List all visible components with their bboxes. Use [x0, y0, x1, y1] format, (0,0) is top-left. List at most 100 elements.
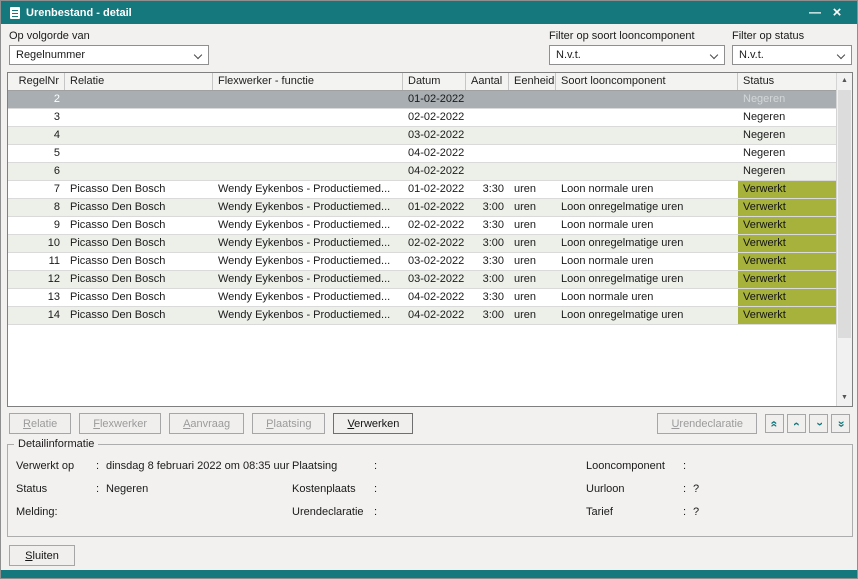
detail-value: Negeren [106, 483, 148, 497]
cell-aantal: 3:00 [466, 235, 509, 252]
cell-datum: 04-02-2022 [403, 289, 466, 306]
cell-datum: 04-02-2022 [403, 163, 466, 180]
cell-regelnr: 3 [8, 109, 65, 126]
scroll-first-button[interactable]: « [765, 414, 784, 433]
table-row[interactable]: 504-02-2022Negeren [8, 145, 838, 163]
plaatsing-button[interactable]: Plaatsing [252, 413, 325, 434]
detail-separator: : [374, 506, 384, 520]
cell-looncomponent [556, 163, 738, 180]
cell-looncomponent: Loon onregelmatige uren [556, 307, 738, 324]
cell-regelnr: 2 [8, 91, 65, 108]
verwerken-button[interactable]: Verwerken [333, 413, 413, 434]
column-header-flexwerker[interactable]: Flexwerker - functie [213, 73, 403, 90]
table-row[interactable]: 14Picasso Den BoschWendy Eykenbos - Prod… [8, 307, 838, 325]
table-row[interactable]: 302-02-2022Negeren [8, 109, 838, 127]
cell-datum: 03-02-2022 [403, 253, 466, 270]
detail-label: Kostenplaats [292, 483, 374, 497]
detail-separator: : [374, 460, 384, 474]
detail-label: Looncomponent [586, 460, 683, 474]
close-button[interactable]: × [826, 1, 848, 24]
detail-separator: : [374, 483, 384, 497]
cell-status: Negeren [738, 127, 838, 144]
scroll-prev-button[interactable]: ‹ [787, 414, 806, 433]
cell-flexwerker: Wendy Eykenbos - Productiemed... [213, 307, 403, 324]
urendeclaratie-button[interactable]: Urendeclaratie [657, 413, 757, 434]
table-row[interactable]: 12Picasso Den BoschWendy Eykenbos - Prod… [8, 271, 838, 289]
cell-datum: 02-02-2022 [403, 109, 466, 126]
cell-looncomponent: Loon normale uren [556, 181, 738, 198]
cell-aantal: 3:00 [466, 199, 509, 216]
cell-aantal: 3:30 [466, 289, 509, 306]
table-header: RegelNr Relatie Flexwerker - functie Dat… [8, 73, 838, 91]
aanvraag-button[interactable]: Aanvraag [169, 413, 244, 434]
double-chevron-up-icon: « [769, 420, 781, 427]
cell-eenheid: uren [509, 181, 556, 198]
cell-datum: 02-02-2022 [403, 235, 466, 252]
window: Urenbestand - detail — × Op volgorde van… [0, 0, 858, 579]
relatie-button[interactable]: Relatie [9, 413, 71, 434]
cell-eenheid [509, 163, 556, 180]
cell-aantal: 3:30 [466, 181, 509, 198]
cell-relatie: Picasso Den Bosch [65, 253, 213, 270]
table-row[interactable]: 10Picasso Den BoschWendy Eykenbos - Prod… [8, 235, 838, 253]
cell-datum: 04-02-2022 [403, 145, 466, 162]
detail-separator [96, 506, 106, 520]
cell-looncomponent [556, 91, 738, 108]
sluiten-button[interactable]: Sluiten [9, 545, 75, 566]
cell-datum: 04-02-2022 [403, 307, 466, 324]
cell-regelnr: 7 [8, 181, 65, 198]
right-actions: Urendeclaratie « ‹ ‹ « [657, 413, 850, 434]
table-row[interactable]: 604-02-2022Negeren [8, 163, 838, 181]
table-row[interactable]: 13Picasso Den BoschWendy Eykenbos - Prod… [8, 289, 838, 307]
cell-flexwerker [213, 163, 403, 180]
cell-flexwerker: Wendy Eykenbos - Productiemed... [213, 217, 403, 234]
column-header-aantal[interactable]: Aantal [466, 73, 509, 90]
detail-label: Urendeclaratie [292, 506, 374, 520]
cell-status: Verwerkt [738, 307, 838, 324]
cell-relatie [65, 163, 213, 180]
table-row[interactable]: 8Picasso Den BoschWendy Eykenbos - Produ… [8, 199, 838, 217]
vertical-scrollbar[interactable]: ▲ ▼ [836, 73, 852, 406]
flexwerker-button[interactable]: Flexwerker [79, 413, 161, 434]
cell-regelnr: 11 [8, 253, 65, 270]
cell-flexwerker: Wendy Eykenbos - Productiemed... [213, 235, 403, 252]
scroll-next-button[interactable]: ‹ [809, 414, 828, 433]
scroll-down-arrow-icon[interactable]: ▼ [837, 390, 852, 406]
scrollbar-thumb[interactable] [838, 90, 851, 338]
cell-aantal [466, 163, 509, 180]
table-row[interactable]: 9Picasso Den BoschWendy Eykenbos - Produ… [8, 217, 838, 235]
cell-relatie: Picasso Den Bosch [65, 289, 213, 306]
cell-eenheid: uren [509, 271, 556, 288]
cell-relatie: Picasso Den Bosch [65, 199, 213, 216]
table-row[interactable]: 403-02-2022Negeren [8, 127, 838, 145]
detail-field: Kostenplaats: [292, 483, 384, 497]
table-row[interactable]: 201-02-2022Negeren [8, 91, 838, 109]
detail-label: Melding: [16, 506, 96, 520]
cell-datum: 01-02-2022 [403, 181, 466, 198]
table-row[interactable]: 7Picasso Den BoschWendy Eykenbos - Produ… [8, 181, 838, 199]
detail-field: Looncomponent: [586, 460, 699, 474]
filter-component-select[interactable]: N.v.t. [549, 45, 725, 65]
column-header-status[interactable]: Status [738, 73, 838, 90]
window-title: Urenbestand - detail [26, 7, 804, 19]
detail-value: ? [693, 506, 699, 520]
order-by-select[interactable]: Regelnummer [9, 45, 209, 65]
column-header-looncomponent[interactable]: Soort looncomponent [556, 73, 738, 90]
column-header-regelnr[interactable]: RegelNr [8, 73, 65, 90]
cell-flexwerker: Wendy Eykenbos - Productiemed... [213, 271, 403, 288]
filter-status-select[interactable]: N.v.t. [732, 45, 852, 65]
cell-status: Verwerkt [738, 235, 838, 252]
cell-looncomponent: Loon onregelmatige uren [556, 199, 738, 216]
scroll-last-button[interactable]: « [831, 414, 850, 433]
minimize-button[interactable]: — [804, 1, 826, 24]
detail-field: Melding: [16, 506, 289, 520]
column-header-relatie[interactable]: Relatie [65, 73, 213, 90]
detail-field: Status:Negeren [16, 483, 289, 497]
column-header-eenheid[interactable]: Eenheid [509, 73, 556, 90]
table-row[interactable]: 11Picasso Den BoschWendy Eykenbos - Prod… [8, 253, 838, 271]
scroll-up-arrow-icon[interactable]: ▲ [837, 73, 852, 89]
cell-eenheid: uren [509, 289, 556, 306]
cell-status: Verwerkt [738, 271, 838, 288]
detail-group: Detailinformatie Verwerkt op:dinsdag 8 f… [7, 444, 853, 537]
column-header-datum[interactable]: Datum [403, 73, 466, 90]
